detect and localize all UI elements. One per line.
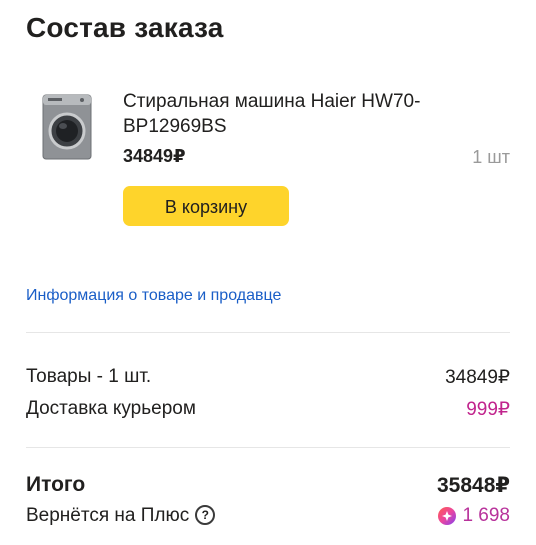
plus-label: Вернётся на Плюс [26,505,190,526]
plus-points-icon [438,507,457,525]
product-name[interactable]: Стиральная машина Haier HW70-BP12969BS [123,89,423,139]
product-seller-info-link[interactable]: Информация о товаре и продавце [26,287,281,305]
delivery-value: 999₽ [466,399,510,420]
washing-machine-icon[interactable] [42,94,92,160]
summary-delivery-row: Доставка курьером 999₽ [26,398,510,424]
plus-value-group: 1 698 [438,505,510,527]
product-price: 34849₽ [123,146,186,166]
plus-label-group: Вернётся на Плюс? [26,505,216,527]
delivery-label: Доставка курьером [26,398,196,419]
page-title: Состав заказа [26,12,224,43]
total-label: Итого [26,473,86,496]
question-circle-icon[interactable]: ? [195,505,216,525]
divider [26,447,510,448]
plus-points-value: 1 698 [462,505,510,526]
divider [26,332,510,333]
summary-goods-row: Товары - 1 шт. 34849₽ [26,366,510,392]
add-to-cart-button[interactable]: В корзину [123,186,289,226]
summary-total-row: Итого 35848₽ [26,473,510,499]
product-quantity: 1 шт [472,147,510,167]
total-value: 35848₽ [436,474,510,497]
summary-plus-row: Вернётся на Плюс? 1 698 [26,505,510,531]
goods-label: Товары - 1 шт. [26,366,152,387]
goods-value: 34849₽ [445,367,510,388]
